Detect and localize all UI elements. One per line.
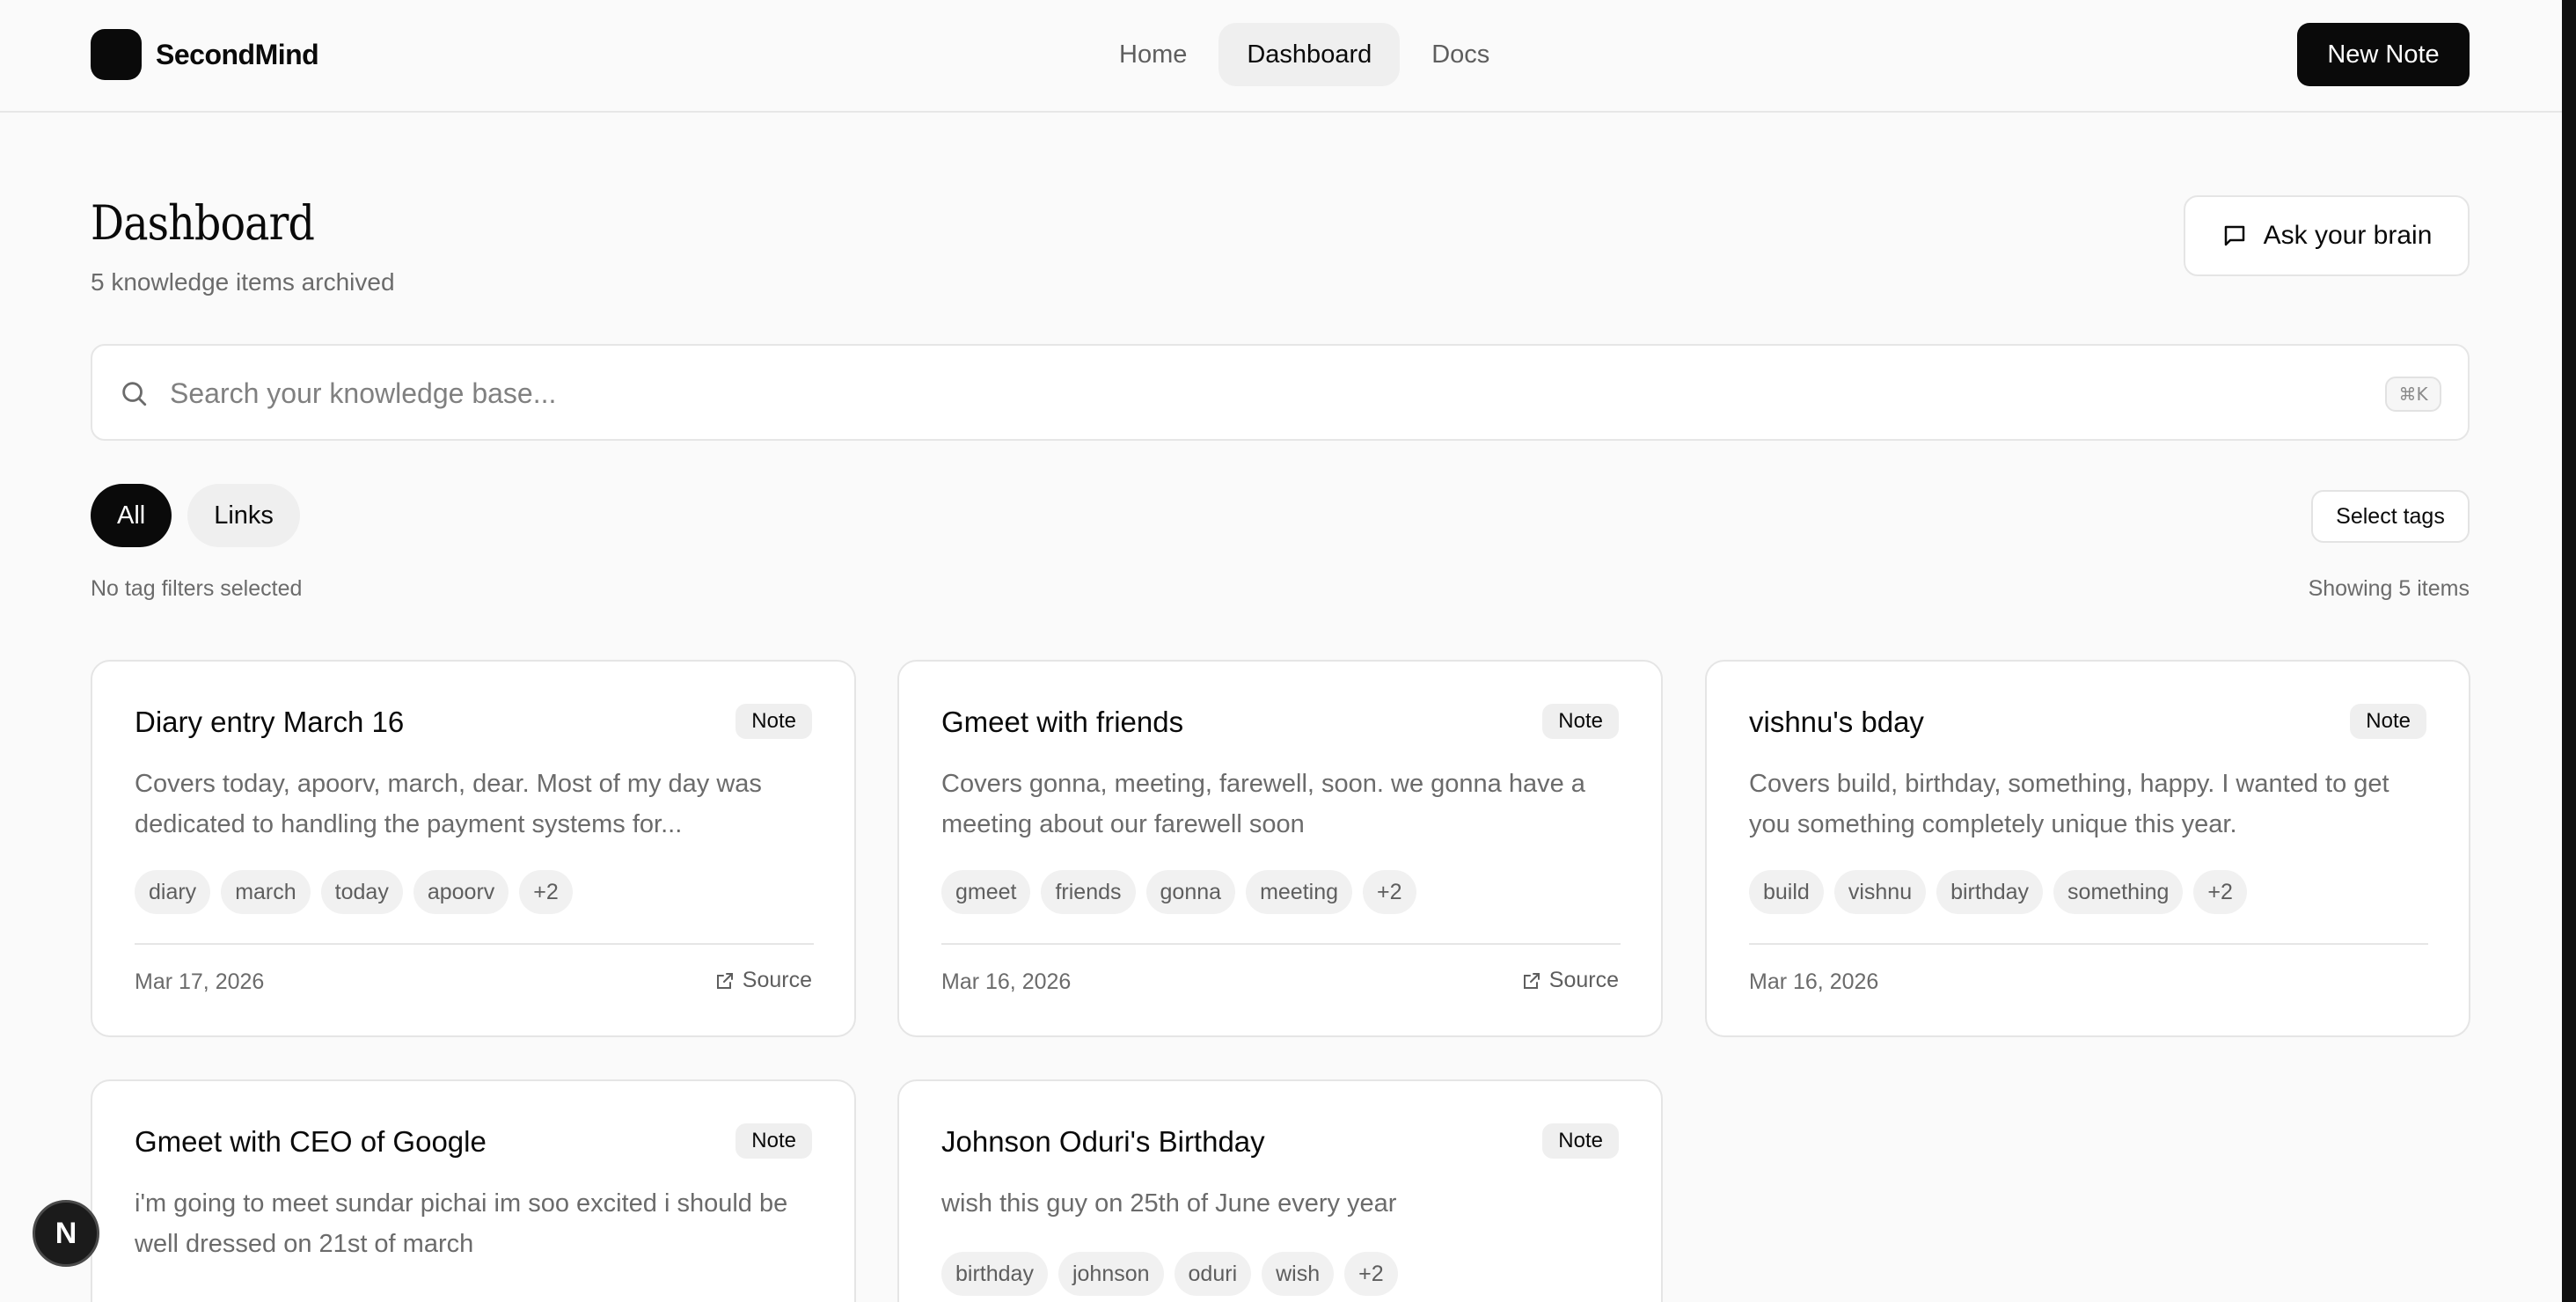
card-description: Covers build, birthday, something, happy… — [1749, 770, 2389, 838]
tag-chip[interactable]: wish — [1262, 1252, 1335, 1296]
card-description: Covers gonna, meeting, farewell, soon. w… — [941, 770, 1585, 838]
type-badge: Note — [1542, 704, 1619, 739]
item-count: Showing 5 items — [2308, 576, 2470, 601]
card-tags: diary march today apoorv +2 — [135, 870, 583, 914]
nav-docs[interactable]: Docs — [1403, 23, 1518, 86]
ask-brain-label: Ask your brain — [2263, 221, 2433, 250]
tag-chip[interactable]: birthday — [1936, 870, 2044, 914]
tag-chip[interactable]: meeting — [1246, 870, 1353, 914]
nav-home[interactable]: Home — [1091, 23, 1215, 86]
card-title: Diary entry March 16 — [135, 706, 405, 738]
filter-all[interactable]: All — [91, 484, 172, 547]
card-divider — [941, 943, 1621, 945]
more-tags-chip[interactable]: +2 — [1344, 1252, 1398, 1296]
note-card[interactable]: Johnson Oduri's Birthday Note wish this … — [897, 1079, 1663, 1302]
source-label: Source — [742, 968, 812, 992]
type-badge: Note — [735, 1123, 812, 1159]
tag-filter-status: No tag filters selected — [91, 576, 303, 601]
search-input[interactable] — [170, 363, 2281, 423]
select-tags-button[interactable]: Select tags — [2311, 490, 2470, 543]
tag-chip[interactable]: something — [2053, 870, 2184, 914]
card-date: Mar 16, 2026 — [1749, 969, 1879, 994]
tag-chip[interactable]: march — [221, 870, 311, 914]
card-tags: build vishnu birthday something +2 — [1749, 870, 2258, 914]
note-card[interactable]: Gmeet with CEO of Google Note i'm going … — [91, 1079, 856, 1302]
external-link-icon — [716, 972, 733, 989]
tag-chip[interactable]: birthday — [941, 1252, 1048, 1296]
card-title: vishnu's bday — [1749, 706, 1924, 738]
type-filter-group: All Links — [91, 484, 316, 547]
tag-chip[interactable]: vishnu — [1833, 870, 1927, 914]
more-tags-chip[interactable]: +2 — [2193, 870, 2247, 914]
more-tags-chip[interactable]: +2 — [1363, 870, 1416, 914]
tag-chip[interactable]: gonna — [1145, 870, 1236, 914]
tag-chip[interactable]: today — [320, 870, 403, 914]
app-logo[interactable]: SecondMind — [91, 29, 319, 80]
search-bar: ⌘K — [91, 344, 2470, 441]
app-name: SecondMind — [156, 38, 319, 70]
source-label: Source — [1548, 968, 1619, 992]
ask-brain-button[interactable]: Ask your brain — [2184, 195, 2470, 276]
page-title: Dashboard — [91, 195, 315, 251]
card-title: Gmeet with friends — [941, 706, 1184, 738]
tag-chip[interactable]: gmeet — [941, 870, 1031, 914]
card-description: wish this guy on 25th of June every year — [941, 1189, 1397, 1218]
type-badge: Note — [735, 704, 812, 739]
card-divider — [1749, 943, 2428, 945]
external-link-icon — [1523, 972, 1540, 989]
chat-bubble-icon — [2224, 225, 2244, 246]
nav-dashboard[interactable]: Dashboard — [1218, 23, 1401, 86]
filter-links[interactable]: Links — [187, 484, 300, 547]
more-tags-chip[interactable]: +2 — [519, 870, 573, 914]
type-badge: Note — [1542, 1123, 1619, 1159]
tag-chip[interactable]: friends — [1041, 870, 1136, 914]
tag-chip[interactable]: oduri — [1174, 1252, 1252, 1296]
card-title: Johnson Oduri's Birthday — [941, 1125, 1265, 1158]
card-tags: gmeet friends gonna meeting +2 — [941, 870, 1427, 914]
keyboard-shortcut-hint: ⌘K — [2385, 377, 2441, 412]
source-link[interactable]: Source — [1521, 968, 1619, 993]
card-date: Mar 17, 2026 — [135, 969, 265, 994]
tag-chip[interactable]: diary — [135, 870, 211, 914]
search-icon — [122, 382, 147, 406]
tag-chip[interactable]: johnson — [1057, 1252, 1164, 1296]
source-link[interactable]: Source — [714, 968, 812, 993]
card-divider — [135, 943, 814, 945]
note-card[interactable]: Diary entry March 16 Note Covers today, … — [91, 660, 856, 1037]
card-title: Gmeet with CEO of Google — [135, 1125, 487, 1158]
tag-chip[interactable]: build — [1749, 870, 1824, 914]
page-subtitle: 5 knowledge items archived — [91, 268, 395, 296]
note-card[interactable]: vishnu's bday Note Covers build, birthda… — [1705, 660, 2470, 1037]
tag-chip[interactable]: apoorv — [413, 870, 509, 914]
card-date: Mar 16, 2026 — [941, 969, 1072, 994]
top-header: SecondMind Home Dashboard Docs New Note — [0, 0, 2562, 113]
window-edge-scrollbar — [2562, 0, 2576, 1302]
type-badge: Note — [2350, 704, 2426, 739]
card-tags: birthday johnson oduri wish +2 — [941, 1252, 1409, 1296]
card-description: Covers today, apoorv, march, dear. Most … — [135, 770, 762, 838]
new-note-button[interactable]: New Note — [2297, 23, 2470, 86]
dev-tools-badge[interactable]: N — [33, 1200, 99, 1267]
logo-mark-icon — [91, 29, 142, 80]
main-nav: Home Dashboard Docs — [1091, 23, 1521, 86]
note-card[interactable]: Gmeet with friends Note Covers gonna, me… — [897, 660, 1663, 1037]
card-description: i'm going to meet sundar pichai im soo e… — [135, 1189, 788, 1258]
